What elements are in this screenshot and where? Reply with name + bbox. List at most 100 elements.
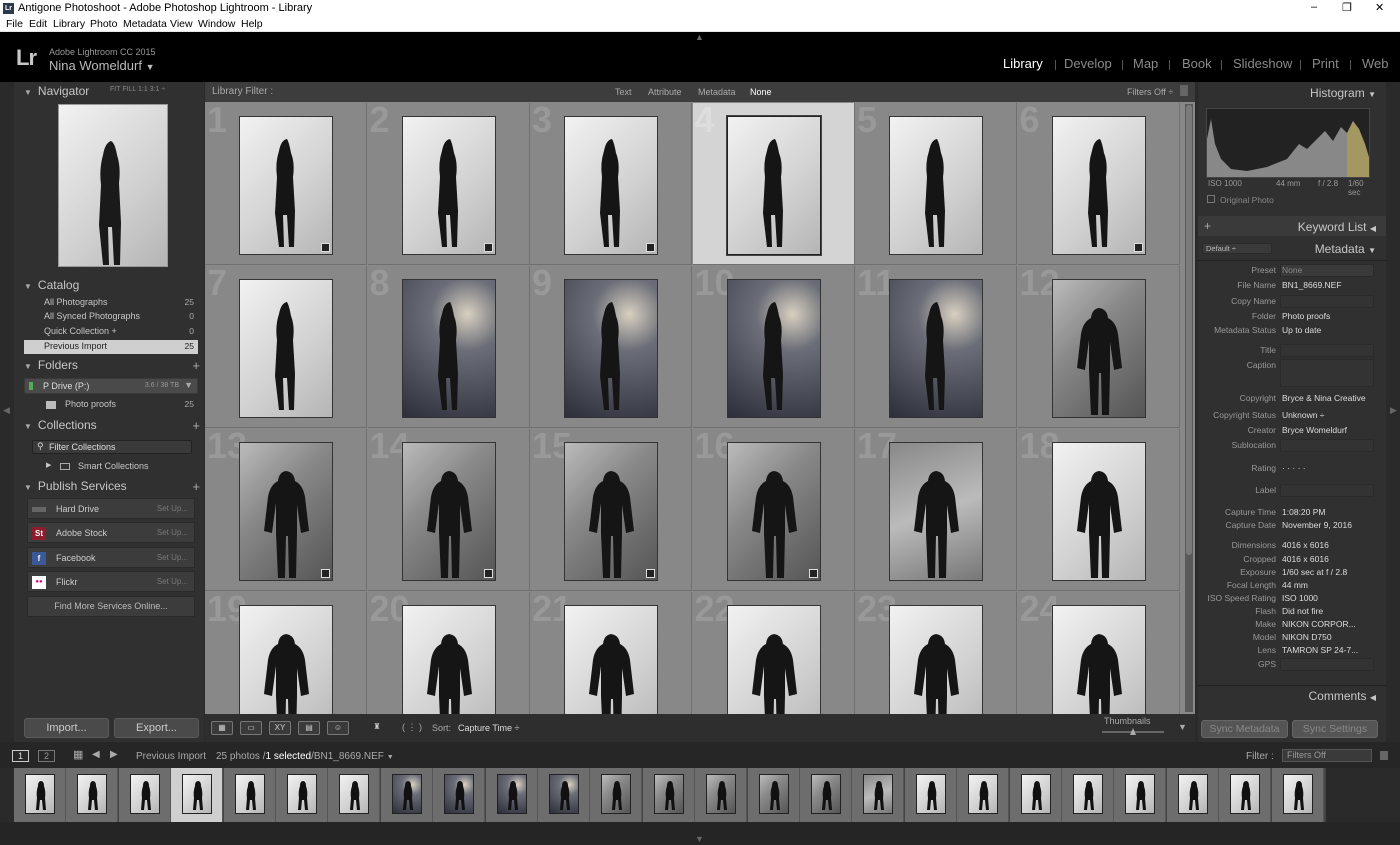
grid-cell[interactable]: 19 (205, 588, 367, 714)
metadata-value[interactable]: ISO 1000 (1282, 593, 1318, 603)
grid-cell[interactable]: 23 (855, 588, 1017, 714)
photo-thumbnail[interactable] (564, 605, 658, 714)
histogram-header[interactable]: Histogram ▼ (1310, 86, 1376, 100)
filmstrip-cell[interactable] (276, 768, 328, 822)
filmstrip-cell[interactable] (695, 768, 748, 822)
filmstrip-thumbnail[interactable] (1020, 774, 1051, 814)
filmstrip-cell[interactable] (328, 768, 381, 822)
grid-cell[interactable]: 10 (692, 262, 855, 428)
expand-triangle-icon[interactable]: ▶ (46, 461, 51, 469)
edited-badge-icon[interactable] (1133, 243, 1143, 252)
photo-thumbnail[interactable] (726, 605, 821, 714)
loupe-view-icon[interactable]: ▭ (240, 721, 262, 735)
grid-cell[interactable]: 8 (367, 262, 530, 428)
photo-thumbnail[interactable] (1051, 116, 1146, 255)
publish-service-facebook[interactable]: f Facebook Set Up... (27, 547, 195, 568)
edited-badge-icon[interactable] (321, 243, 330, 252)
metadata-value[interactable]: 4016 x 6016 (1282, 554, 1329, 564)
menu-metadata[interactable]: Metadata (123, 18, 167, 30)
module-map[interactable]: Map (1133, 56, 1158, 71)
edited-badge-icon[interactable] (808, 569, 818, 578)
photo-thumbnail[interactable] (726, 279, 821, 418)
find-more-services-button[interactable]: Find More Services Online... (27, 596, 195, 617)
metadata-value[interactable]: Bryce & Nina Creative (1282, 393, 1366, 403)
filmstrip-cell[interactable] (14, 768, 66, 822)
menu-photo[interactable]: Photo (90, 18, 117, 30)
metadata-value[interactable]: Up to date (1282, 325, 1321, 335)
left-panel-arrow-icon[interactable]: ◀ (3, 405, 10, 416)
module-slideshow[interactable]: Slideshow (1233, 56, 1292, 71)
filmstrip-thumbnail[interactable] (1177, 774, 1208, 814)
grid-cell[interactable]: 14 (367, 425, 530, 591)
metadata-value[interactable]: TAMRON SP 24-7... (1282, 645, 1358, 655)
filter-collections-input[interactable]: ⚲ Filter Collections (32, 440, 192, 454)
filmstrip-thumbnail[interactable] (77, 774, 108, 814)
survey-view-icon[interactable]: ▤ (298, 721, 320, 735)
grid-scrollbar-thumb[interactable] (1186, 105, 1192, 555)
grid-cell[interactable]: 2 (367, 103, 530, 265)
keyword-list-bar[interactable]: + Keyword List ◀ (1198, 216, 1386, 236)
filmstrip-thumbnail[interactable] (968, 774, 999, 814)
filter-text[interactable]: Text (615, 87, 632, 97)
filmstrip-thumbnail[interactable] (758, 774, 789, 814)
filmstrip-thumbnail[interactable] (182, 774, 213, 814)
menu-view[interactable]: View (170, 18, 193, 30)
grid-cell[interactable]: 21 (530, 588, 692, 714)
grid-cell[interactable]: 9 (530, 262, 692, 428)
photo-thumbnail[interactable] (239, 605, 333, 714)
filmstrip-cell[interactable] (747, 768, 800, 822)
menu-library[interactable]: Library (53, 18, 85, 30)
second-screen-button[interactable]: 2 (38, 750, 55, 762)
photo-thumbnail[interactable] (401, 442, 496, 581)
photo-thumbnail[interactable] (401, 605, 496, 714)
filmstrip-cell[interactable] (66, 768, 119, 822)
module-library[interactable]: Library (1003, 56, 1043, 71)
filmstrip-thumbnail[interactable] (444, 774, 475, 814)
navigator-zoom-options[interactable]: FIT FILL 1:1 3:1 ÷ (110, 86, 165, 93)
sync-metadata-button[interactable]: Sync Metadata (1201, 720, 1288, 738)
add-folder-icon[interactable]: + (192, 358, 200, 373)
metadata-header[interactable]: Metadata ▼ (1315, 242, 1376, 256)
filmstrip-thumbnail[interactable] (1125, 774, 1156, 814)
filmstrip-thumbnail[interactable] (811, 774, 841, 814)
module-web[interactable]: Web (1362, 56, 1389, 71)
edited-badge-icon[interactable] (483, 569, 493, 578)
photo-thumbnail[interactable] (889, 605, 983, 714)
grid-cell[interactable]: 6 (1017, 103, 1180, 265)
menu-window[interactable]: Window (198, 18, 235, 30)
publish-service-hard-drive[interactable]: Hard Drive Set Up... (27, 498, 195, 519)
photo-thumbnail[interactable] (725, 115, 822, 256)
filmstrip-cell[interactable] (1219, 768, 1272, 822)
grid-cell[interactable]: 5 (855, 103, 1017, 265)
filmstrip-thumbnail[interactable] (863, 774, 894, 814)
photo-thumbnail[interactable] (889, 116, 983, 255)
top-panel-arrow-icon[interactable]: ▲ (695, 32, 704, 42)
filmstrip-cell[interactable] (1009, 768, 1062, 822)
photo-thumbnail[interactable] (239, 116, 333, 255)
module-book[interactable]: Book (1182, 56, 1212, 71)
filmstrip-thumbnail[interactable] (339, 774, 370, 814)
filmstrip-cell[interactable] (800, 768, 852, 822)
filmstrip-cell[interactable] (1271, 768, 1324, 822)
grid-cell[interactable]: 7 (205, 262, 367, 428)
publish-services-header[interactable]: ▼ Publish Services + (24, 479, 204, 497)
menu-help[interactable]: Help (241, 18, 263, 30)
filmstrip-cell[interactable] (1062, 768, 1114, 822)
filmstrip-cell[interactable] (171, 768, 224, 822)
publish-service-adobe-stock[interactable]: St Adobe Stock Set Up... (27, 522, 195, 543)
catalog-item-all-synced[interactable]: All Synced Photographs 0 (24, 310, 198, 324)
lock-icon[interactable] (1180, 85, 1188, 96)
photo-thumbnail[interactable] (401, 116, 496, 255)
spray-can-icon[interactable]: ♜ (370, 721, 384, 735)
toolbar-menu-chevron-icon[interactable]: ▼ (1178, 722, 1187, 732)
filmstrip-cell[interactable] (380, 768, 433, 822)
filmstrip-source[interactable]: Previous Import (136, 751, 206, 762)
grid-shortcut-icon[interactable]: ▦ (73, 748, 83, 761)
setup-link[interactable]: Set Up... (157, 553, 188, 562)
metadata-field[interactable] (1280, 658, 1374, 671)
filmstrip-thumbnail[interactable] (1230, 774, 1261, 814)
metadata-value[interactable]: Bryce Womeldurf (1282, 425, 1347, 435)
catalog-item-quick-collection[interactable]: Quick Collection + 0 (24, 325, 198, 339)
photo-thumbnail[interactable] (564, 279, 658, 418)
photo-thumbnail[interactable] (889, 442, 983, 581)
